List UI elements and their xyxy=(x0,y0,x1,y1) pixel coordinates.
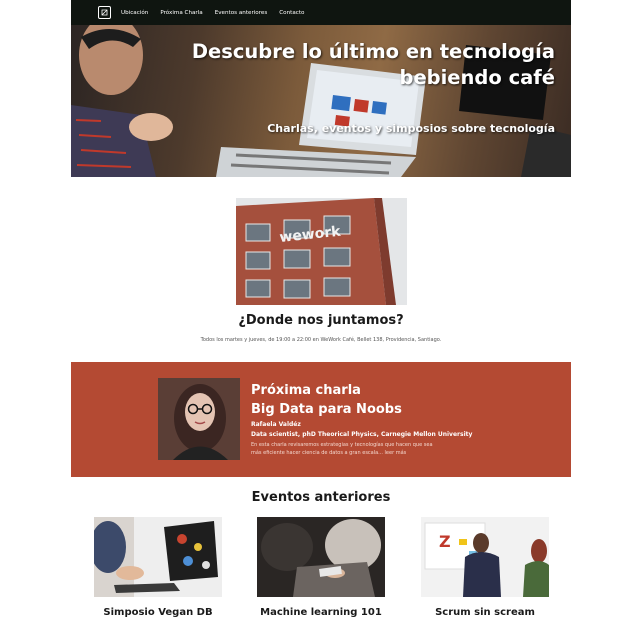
speaker-photo xyxy=(158,378,240,460)
nav-link-ubicacion[interactable]: Ubicación xyxy=(121,10,148,16)
top-nav: Ubicación Próxima Charla Eventos anterio… xyxy=(71,0,571,25)
event-image-scrum[interactable]: Z xyxy=(421,517,549,597)
svg-text:Z: Z xyxy=(439,532,451,551)
venue-photo: wework xyxy=(236,198,407,305)
event-title-machine-learning[interactable]: Machine learning 101 xyxy=(246,607,396,618)
speaker-role: Data scientist, phD Theorical Physics, C… xyxy=(251,431,473,438)
next-talk-section: Próxima charla Big Data para Noobs Rafae… xyxy=(71,362,571,477)
location-title: ¿Donde nos juntamos? xyxy=(238,313,404,328)
event-title-vegan-db[interactable]: Simposio Vegan DB xyxy=(83,607,233,618)
nav-link-contacto[interactable]: Contacto xyxy=(279,10,304,16)
diamond-logo-icon[interactable] xyxy=(98,6,111,19)
nav-link-eventos-anteriores[interactable]: Eventos anteriores xyxy=(215,10,268,16)
hero-subtitle: Charlas, eventos y simposios sobre tecno… xyxy=(267,122,555,135)
event-title-scrum[interactable]: Scrum sin scream xyxy=(410,607,560,618)
hero-title: Descubre lo último en tecnología bebiend… xyxy=(191,40,555,89)
speaker-name: Rafaela Valdéz xyxy=(251,421,301,428)
event-image-vegan-db[interactable] xyxy=(94,517,222,597)
next-talk-title[interactable]: Big Data para Noobs xyxy=(251,402,402,417)
next-talk-kicker: Próxima charla xyxy=(251,383,361,398)
event-image-machine-learning[interactable] xyxy=(257,517,385,597)
location-text: Todos los martes y jueves, de 19:00 a 22… xyxy=(200,337,442,343)
page: Ubicación Próxima Charla Eventos anterio… xyxy=(71,0,571,644)
hero-banner: Descubre lo último en tecnología bebiend… xyxy=(71,25,571,177)
past-events-title: Eventos anteriores xyxy=(251,490,391,505)
talk-description: En esta charla revisaremos estrategias y… xyxy=(251,442,433,456)
nav-link-proxima-charla[interactable]: Próxima Charla xyxy=(160,10,202,16)
